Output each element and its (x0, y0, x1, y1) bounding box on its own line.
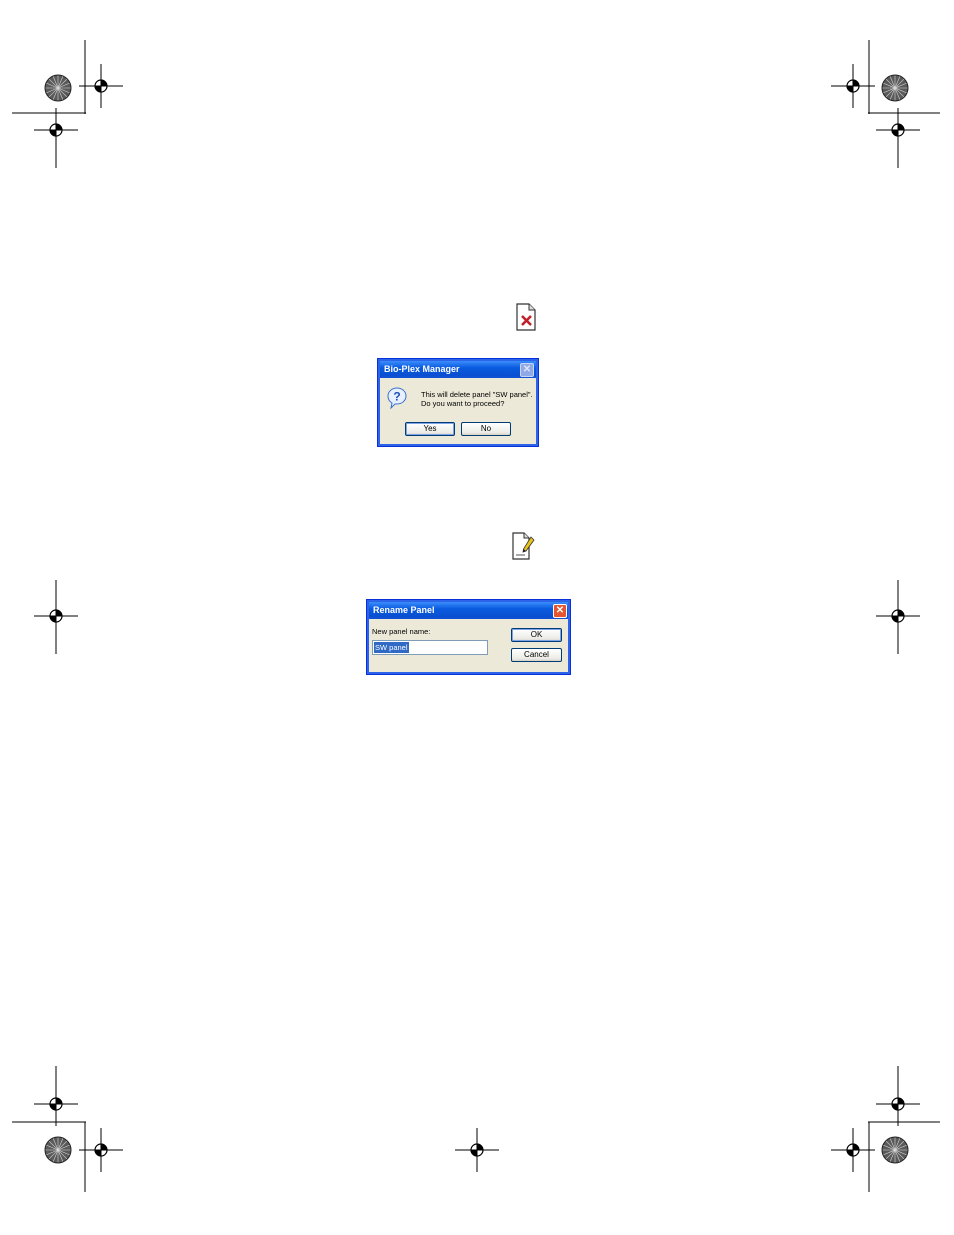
rename-panel-dialog: Rename Panel ✕ New panel name: SW panel … (366, 599, 571, 675)
ok-button[interactable]: OK (511, 628, 562, 642)
delete-panel-icon[interactable] (514, 302, 538, 332)
question-icon: ? (387, 387, 407, 410)
rename-panel-icon[interactable] (511, 531, 535, 561)
dialog-message-line1: This will delete panel "SW panel". (421, 390, 533, 399)
panel-name-input[interactable]: SW panel (372, 640, 488, 655)
delete-panel-dialog: Bio-Plex Manager ✕ ? This will delete pa… (377, 358, 539, 447)
yes-button[interactable]: Yes (405, 422, 455, 436)
close-button[interactable]: ✕ (553, 604, 567, 618)
no-button[interactable]: No (461, 422, 511, 436)
field-label: New panel name: (372, 627, 431, 636)
dialog-title: Bio-Plex Manager (380, 361, 536, 378)
selected-text: SW panel (374, 642, 409, 653)
dialog-message-line2: Do you want to proceed? (421, 399, 505, 408)
svg-text:?: ? (393, 390, 400, 404)
dialog-title: Rename Panel (369, 602, 568, 619)
cancel-button[interactable]: Cancel (511, 648, 562, 662)
close-button[interactable]: ✕ (520, 363, 534, 377)
